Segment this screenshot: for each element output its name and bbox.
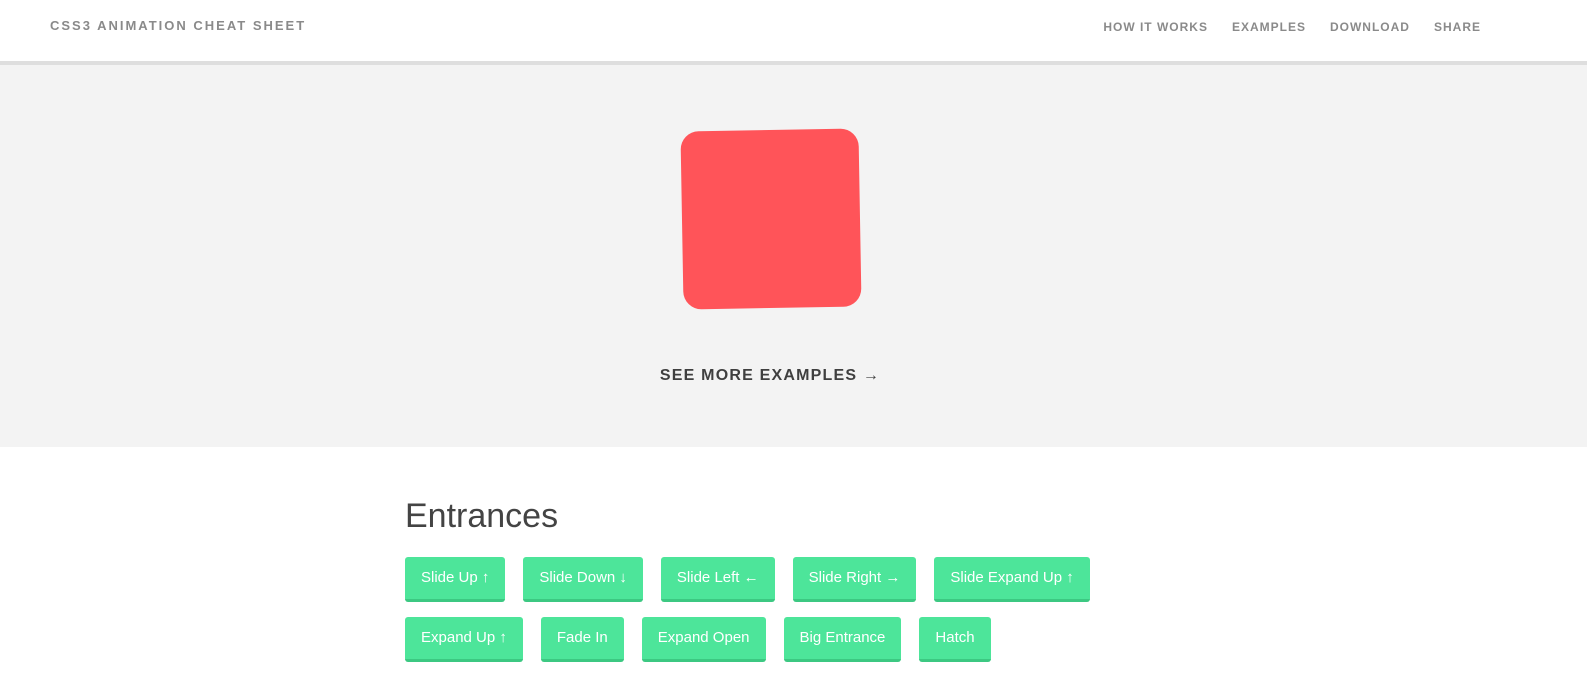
site-title[interactable]: CSS3 ANIMATION CHEAT SHEET xyxy=(50,18,306,33)
fade-in-button[interactable]: Fade In xyxy=(540,617,624,662)
slide-left-button[interactable]: Slide Left ← xyxy=(660,557,775,602)
slide-down-button[interactable]: Slide Down ↓ xyxy=(523,557,643,602)
animation-demo-box xyxy=(680,128,862,310)
site-header: CSS3 ANIMATION CHEAT SHEET HOW IT WORKS … xyxy=(0,0,1587,65)
nav-examples[interactable]: EXAMPLES xyxy=(1232,20,1306,34)
section-title: Entrances xyxy=(405,497,559,535)
demo-area: SEE MORE EXAMPLES → xyxy=(0,65,1587,447)
see-more-examples-link[interactable]: SEE MORE EXAMPLES → xyxy=(0,367,1540,385)
main-nav: HOW IT WORKS EXAMPLES DOWNLOAD SHARE xyxy=(1103,20,1481,34)
nav-download[interactable]: DOWNLOAD xyxy=(1330,20,1410,34)
hatch-button[interactable]: Hatch xyxy=(919,617,991,662)
big-entrance-button[interactable]: Big Entrance xyxy=(783,617,902,662)
slide-up-button[interactable]: Slide Up ↑ xyxy=(405,557,506,602)
nav-share[interactable]: SHARE xyxy=(1434,20,1481,34)
expand-open-button[interactable]: Expand Open xyxy=(641,617,766,662)
entrances-row-2: Expand Up ↑ Fade In Expand Open Big Entr… xyxy=(405,617,1205,662)
nav-how-it-works[interactable]: HOW IT WORKS xyxy=(1103,20,1208,34)
expand-up-button[interactable]: Expand Up ↑ xyxy=(405,617,523,662)
entrances-row-1: Slide Up ↑ Slide Down ↓ Slide Left ← Sli… xyxy=(405,557,1205,602)
slide-expand-up-button[interactable]: Slide Expand Up ↑ xyxy=(934,557,1090,602)
slide-right-button[interactable]: Slide Right → xyxy=(792,557,917,602)
entrances-section: Entrances Slide Up ↑ Slide Down ↓ Slide … xyxy=(405,492,1205,662)
